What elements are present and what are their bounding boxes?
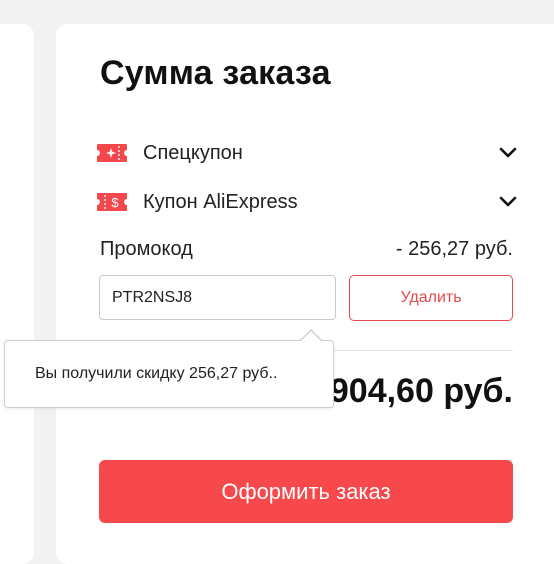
left-panel [0,24,34,564]
checkout-button[interactable]: Оформить заказ [99,460,513,523]
page-title: Сумма заказа [100,54,331,92]
special-coupon-row[interactable]: Спецкупон [96,138,520,168]
aliexpress-coupon-label: Купон AliExpress [143,190,298,213]
svg-text:$: $ [111,195,119,210]
chevron-down-icon[interactable] [498,143,518,163]
discount-tooltip-text: Вы получили скидку 256,27 руб.. [35,365,278,382]
special-coupon-label: Спецкупон [143,141,243,164]
promo-code-label: Промокод [100,238,193,260]
order-total-value: 904,60 руб. [329,372,513,410]
tooltip-arrow-inner [300,331,322,342]
discount-tooltip: Вы получили скидку 256,27 руб.. [4,340,334,408]
aliexpress-coupon-icon: $ [97,193,127,211]
chevron-down-icon[interactable] [498,192,518,212]
delete-promo-button[interactable]: Удалить [349,275,513,321]
promo-discount-value: - 256,27 руб. [395,238,513,260]
aliexpress-coupon-row[interactable]: $ Купон AliExpress [96,187,520,217]
promo-code-input[interactable] [99,275,336,320]
special-coupon-icon [97,144,127,162]
